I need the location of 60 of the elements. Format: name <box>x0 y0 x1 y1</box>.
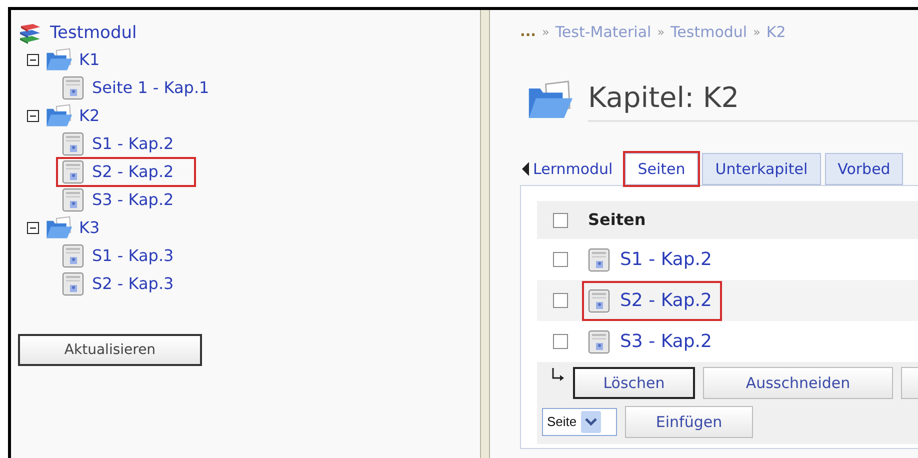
page-icon <box>588 288 610 312</box>
refresh-button[interactable]: Aktualisieren <box>18 334 202 366</box>
tree-page-label: S1 - Kap.3 <box>92 245 174 267</box>
page-row-label: S1 - Kap.2 <box>620 248 712 272</box>
checkbox[interactable] <box>553 212 568 228</box>
tree-page-item[interactable]: S1 - Kap.2 <box>56 129 196 159</box>
tree-folder-link[interactable]: K2 <box>79 104 100 128</box>
column-header: Seiten <box>588 209 646 231</box>
checkbox[interactable] <box>553 334 568 349</box>
breadcrumb-separator: » <box>657 24 665 41</box>
tree-page-label: S1 - Kap.2 <box>92 133 174 155</box>
tree-root-link[interactable]: Testmodul <box>50 21 137 47</box>
tree-page-label: S2 - Kap.2 <box>92 161 174 183</box>
page-icon <box>62 160 84 184</box>
page-row-item[interactable]: S2 - Kap.2 <box>582 280 722 320</box>
tab[interactable]: Unterkapitel <box>702 153 821 185</box>
collapse-icon[interactable] <box>27 222 39 234</box>
page-icon <box>588 248 610 272</box>
breadcrumb-separator: » <box>753 24 760 41</box>
page-icon <box>62 76 84 100</box>
folder-icon <box>45 216 73 240</box>
page-title: Kapitel: K2 <box>588 80 740 116</box>
checkbox[interactable] <box>553 293 568 308</box>
type-select[interactable]: Seite <box>542 408 617 436</box>
tree-page-item[interactable]: S2 - Kap.3 <box>56 269 196 299</box>
tree-folder-link[interactable]: K3 <box>79 216 100 240</box>
collapse-icon[interactable] <box>27 110 39 122</box>
page-row-label: S2 - Kap.2 <box>620 289 712 313</box>
page-row-item[interactable]: S3 - Kap.2 <box>582 322 722 362</box>
tree-page-item[interactable]: S1 - Kap.3 <box>56 241 196 271</box>
delete-button[interactable]: Löschen <box>573 367 695 399</box>
page-icon <box>62 188 84 212</box>
page-icon <box>588 330 610 354</box>
collapse-icon[interactable] <box>27 54 39 66</box>
back-tab-link[interactable]: Lernmodul <box>520 153 615 185</box>
cut-button[interactable]: Ausschneiden <box>703 367 893 399</box>
tree-page-label: S3 - Kap.2 <box>92 189 174 211</box>
checkbox[interactable] <box>553 252 568 267</box>
corner-arrow-icon <box>551 368 565 382</box>
page-icon <box>62 132 84 156</box>
tab[interactable]: Seiten <box>624 153 698 185</box>
tree-page-item[interactable]: Seite 1 - Kap.1 <box>56 73 232 103</box>
tree-page-item[interactable]: S3 - Kap.2 <box>56 185 196 215</box>
back-arrow-icon <box>522 162 529 176</box>
folder-icon <box>526 80 574 121</box>
books-icon <box>18 23 42 45</box>
folder-icon <box>45 48 73 72</box>
page-icon <box>62 272 84 296</box>
folder-icon <box>45 104 73 128</box>
tree-page-label: S2 - Kap.3 <box>92 273 174 295</box>
tree-page-label: Seite 1 - Kap.1 <box>92 77 210 99</box>
tree-folder-link[interactable]: K1 <box>79 48 100 72</box>
tab[interactable]: Vorbed <box>824 153 904 185</box>
breadcrumb-separator: » <box>542 24 550 41</box>
tree-page-item[interactable]: S2 - Kap.2 <box>56 157 196 187</box>
page-icon <box>62 244 84 268</box>
paste-button[interactable]: Einfügen <box>625 406 753 438</box>
page-row-label: S3 - Kap.2 <box>620 330 712 354</box>
breadcrumb-ellipsis: ... <box>520 22 536 42</box>
page-row-item[interactable]: S1 - Kap.2 <box>582 240 722 280</box>
